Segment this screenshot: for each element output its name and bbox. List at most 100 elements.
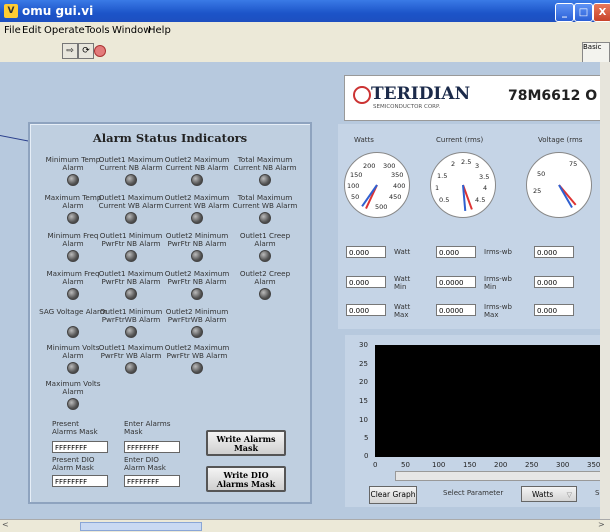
window-title: omu gui.vi (22, 4, 94, 18)
clear-graph-button[interactable]: Clear Graph (369, 486, 417, 504)
menu-help[interactable]: Help (148, 25, 171, 36)
y-tick: 0 (364, 452, 369, 460)
run-continuous-icon[interactable]: ⟳ (78, 43, 94, 59)
menu-operate[interactable]: Operate (44, 25, 85, 36)
alarm-label: Outlet2 Minimum PwrFtr NB Alarm (165, 231, 229, 248)
scroll-thumb[interactable] (80, 522, 202, 531)
alarm-led (191, 250, 203, 262)
alarm-led (125, 250, 137, 262)
vertical-scrollbar[interactable] (600, 62, 610, 519)
alarm-label: Outlet1 Minimum PwrFtr NB Alarm (99, 231, 163, 248)
current-tick: 1 (435, 184, 440, 192)
irms-value: 0.000 (436, 246, 476, 258)
maximize-button[interactable]: □ (574, 3, 593, 22)
x-tick: 300 (556, 461, 570, 469)
alarm-label: Outlet2 Maximum PwrFtr WB Alarm (164, 343, 230, 360)
y-tick: 20 (359, 378, 368, 386)
watt-max-value: 0.000 (346, 304, 386, 316)
x-tick: 250 (525, 461, 539, 469)
watts-title: Watts (354, 136, 374, 144)
logo-emblem (353, 86, 371, 104)
alarm-led (259, 212, 271, 224)
present-dio-mask-field: FFFFFFFF (52, 475, 108, 487)
watt-value: 0.000 (346, 246, 386, 258)
y-tick: 25 (359, 360, 368, 368)
alarm-led (67, 250, 79, 262)
write-dio-alarms-mask-button[interactable]: Write DIO Alarms Mask (206, 466, 286, 492)
brand-name: TERIDIAN (371, 84, 471, 104)
waveform-plot[interactable] (375, 345, 610, 457)
current-tick: 2.5 (461, 158, 472, 166)
voltage-tick: 50 (537, 170, 546, 178)
vrms-min-value: 0.000 (534, 276, 574, 288)
alarm-label: Maximum Volts Alarm (45, 379, 101, 396)
alarm-led (67, 326, 79, 338)
alarm-led (67, 288, 79, 300)
current-dial: 2 2.5 3 1.5 3.5 1 4 0.5 4.5 (430, 152, 496, 218)
watts-tick: 50 (351, 193, 360, 201)
panel-title: Alarm Status Indicators (92, 131, 248, 145)
irms-min-label: Irms-wb Min (484, 275, 512, 291)
alarm-led (259, 288, 271, 300)
basic-palette[interactable]: Basic (582, 42, 610, 64)
alarm-label: Outlet1 Maximum PwrFtr WB Alarm (98, 343, 164, 360)
header-logo-box: TERIDIAN SEMICONDUCTOR CORP. 78M6612 O (344, 75, 610, 121)
select-parameter-label: Select Parameter (443, 489, 504, 497)
irms-min-value: 0.0000 (436, 276, 476, 288)
alarm-label: Outlet1 Minimum PwrFtrWB Alarm (99, 307, 163, 324)
close-button[interactable]: X (593, 3, 610, 22)
alarm-led (67, 362, 79, 374)
basic-label: Basic (583, 43, 602, 51)
alarm-led (125, 362, 137, 374)
alarm-label: Outlet1 Creep Alarm (239, 231, 291, 248)
enter-dio-mask-field[interactable]: FFFFFFFF (124, 475, 180, 487)
watts-tick: 150 (350, 171, 363, 179)
alarm-status-panel: Alarm Status Indicators Minimum Temp Ala… (28, 122, 312, 504)
minimize-button[interactable]: _ (555, 3, 574, 22)
menu-window[interactable]: Window (112, 25, 151, 36)
y-tick: 15 (359, 397, 368, 405)
parameter-select[interactable]: Watts ▽ (521, 486, 577, 502)
x-tick: 100 (432, 461, 446, 469)
current-tick: 0.5 (439, 196, 450, 204)
stop-icon[interactable] (94, 45, 106, 57)
menu-file[interactable]: File (4, 25, 21, 36)
voltage-tick: 75 (569, 160, 578, 168)
write-alarms-mask-button[interactable]: Write Alarms Mask (206, 430, 286, 456)
x-tick: 150 (463, 461, 477, 469)
model-number: 78M6612 O (508, 88, 598, 104)
irms-label: Irms-wb (484, 248, 512, 256)
alarm-label: Outlet1 Maximum PwrFtr NB Alarm (98, 269, 164, 286)
watt-min-value: 0.000 (346, 276, 386, 288)
graph-scrollbar[interactable] (395, 471, 610, 481)
voltage-title: Voltage (rms (538, 136, 583, 144)
alarm-led (191, 288, 203, 300)
run-arrow-icon[interactable]: ⇨ (62, 43, 78, 59)
parameter-select-value: Watts (532, 490, 554, 499)
y-tick: 30 (359, 341, 368, 349)
alarm-led (191, 362, 203, 374)
alarm-led (191, 212, 203, 224)
watts-tick: 350 (391, 171, 404, 179)
alarm-led (125, 212, 137, 224)
enter-alarms-mask-field[interactable]: FFFFFFFF (124, 441, 180, 453)
alarm-led (259, 250, 271, 262)
current-tick: 2 (451, 160, 456, 168)
scroll-right-icon[interactable]: > (598, 520, 605, 529)
watts-tick: 500 (375, 203, 388, 211)
voltage-needle-blue (558, 184, 573, 209)
irms-max-value: 0.0000 (436, 304, 476, 316)
scroll-left-icon[interactable]: < (2, 520, 9, 529)
menu-tools[interactable]: Tools (85, 25, 110, 36)
x-tick: 50 (401, 461, 410, 469)
horizontal-scrollbar[interactable]: < > (0, 519, 610, 532)
menu-edit[interactable]: Edit (22, 25, 41, 36)
watt-max-label: Watt Max (394, 303, 411, 319)
alarm-led (259, 174, 271, 186)
alarm-label: Outlet2 Minimum PwrFtrWB Alarm (165, 307, 229, 324)
watt-min-label: Watt Min (394, 275, 411, 291)
alarm-led (191, 326, 203, 338)
current-tick: 1.5 (437, 172, 448, 180)
vrms-max-value: 0.000 (534, 304, 574, 316)
y-tick: 10 (359, 416, 368, 424)
